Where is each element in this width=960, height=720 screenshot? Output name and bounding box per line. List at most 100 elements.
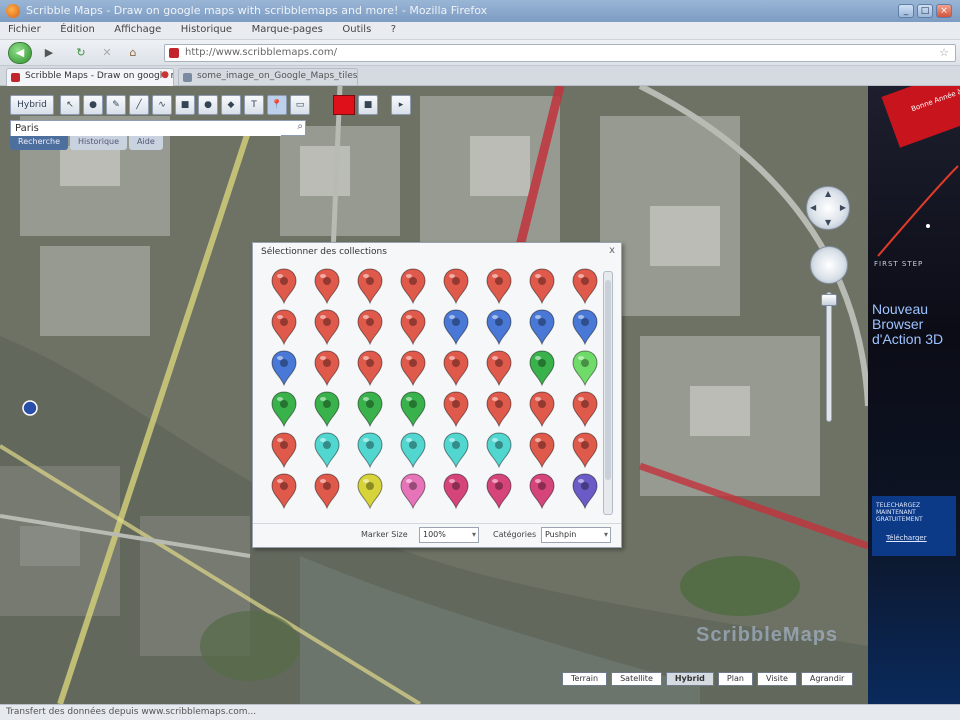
marker-option[interactable]: [312, 349, 342, 389]
menu-edit[interactable]: Édition: [52, 22, 103, 35]
category-select[interactable]: Pushpin ▾: [541, 527, 611, 543]
bookmark-star-icon[interactable]: ☆: [939, 46, 949, 59]
marker-option[interactable]: [312, 472, 342, 512]
marker-option[interactable]: [570, 349, 600, 389]
marker-option[interactable]: [398, 308, 428, 348]
marker-option[interactable]: [269, 267, 299, 307]
marker-option[interactable]: [484, 267, 514, 307]
zoom-slider-thumb[interactable]: [821, 294, 837, 306]
marker-option[interactable]: [312, 267, 342, 307]
image-tool-icon[interactable]: ▭: [290, 95, 310, 115]
marker-size-select[interactable]: 100% ▾: [419, 527, 479, 543]
marker-option[interactable]: [570, 267, 600, 307]
pan-up-icon[interactable]: ▲: [825, 189, 831, 198]
marker-option[interactable]: [312, 390, 342, 430]
marker-option[interactable]: [484, 472, 514, 512]
pan-left-icon[interactable]: ◀: [810, 203, 816, 212]
marker-option[interactable]: [269, 308, 299, 348]
marker-option[interactable]: [355, 472, 385, 512]
pointer-tool-icon[interactable]: ↖: [60, 95, 80, 115]
marker-option[interactable]: [398, 349, 428, 389]
marker-option[interactable]: [441, 431, 471, 471]
menu-tools[interactable]: Outils: [334, 22, 379, 35]
marker-tool-icon[interactable]: 📍: [267, 95, 287, 115]
line-tool-icon[interactable]: ╱: [129, 95, 149, 115]
marker-option[interactable]: [441, 308, 471, 348]
marker-option[interactable]: [441, 267, 471, 307]
address-bar[interactable]: http://www.scribblemaps.com/ ☆: [164, 44, 956, 62]
ad-download-link[interactable]: Télécharger: [886, 534, 927, 542]
marker-option[interactable]: [527, 390, 557, 430]
location-search-input[interactable]: [11, 121, 281, 136]
marker-option[interactable]: [269, 390, 299, 430]
marker-option[interactable]: [441, 472, 471, 512]
marker-option[interactable]: [355, 349, 385, 389]
pen-tool-icon[interactable]: ✎: [106, 95, 126, 115]
marker-option[interactable]: [355, 431, 385, 471]
forward-button[interactable]: ▶: [38, 43, 60, 63]
subtab-help[interactable]: Aide: [129, 136, 163, 150]
circle-tool-icon[interactable]: ●: [198, 95, 218, 115]
mode-satellite[interactable]: Satellite: [611, 672, 662, 686]
tab-second[interactable]: some_image_on_Google_Maps_tiles: [178, 68, 358, 86]
back-button[interactable]: ◀: [8, 42, 32, 64]
globe-tool-icon[interactable]: ●: [83, 95, 103, 115]
marker-option[interactable]: [484, 431, 514, 471]
minimize-button[interactable]: _: [898, 4, 914, 18]
mode-agrandir[interactable]: Agrandir: [800, 672, 854, 686]
menu-bookmarks[interactable]: Marque-pages: [244, 22, 331, 35]
pan-control[interactable]: ▲ ▼ ◀ ▶: [806, 186, 850, 230]
menu-help[interactable]: ?: [383, 22, 404, 35]
subtab-history[interactable]: Historique: [70, 136, 128, 150]
mode-visite[interactable]: Visite: [756, 672, 797, 686]
marker-option[interactable]: [398, 472, 428, 512]
marker-option[interactable]: [527, 431, 557, 471]
marker-option[interactable]: [441, 390, 471, 430]
zoom-slider[interactable]: [826, 292, 832, 422]
search-icon[interactable]: ⌕: [297, 121, 303, 132]
menu-view[interactable]: Affichage: [106, 22, 169, 35]
marker-option[interactable]: [269, 472, 299, 512]
subtab-search[interactable]: Recherche: [10, 136, 69, 150]
marker-option[interactable]: [570, 472, 600, 512]
marker-option[interactable]: [484, 349, 514, 389]
more-tools-icon[interactable]: ▸: [391, 95, 411, 115]
marker-option[interactable]: [441, 349, 471, 389]
advertisement-banner[interactable]: Bonne Année à tous! FIRST STEP Nouveau B…: [868, 86, 960, 704]
line-width-icon[interactable]: ■: [358, 95, 378, 115]
marker-option[interactable]: [484, 308, 514, 348]
marker-option[interactable]: [570, 390, 600, 430]
pan-right-icon[interactable]: ▶: [840, 203, 846, 212]
reload-icon[interactable]: ↻: [70, 43, 92, 63]
polygon-tool-icon[interactable]: ◆: [221, 95, 241, 115]
menu-history[interactable]: Historique: [173, 22, 240, 35]
map-type-button[interactable]: Hybrid: [10, 95, 54, 115]
marker-option[interactable]: [269, 349, 299, 389]
dialog-scrollbar[interactable]: [603, 271, 613, 515]
marker-option[interactable]: [312, 431, 342, 471]
maximize-button[interactable]: □: [917, 4, 933, 18]
color-swatch[interactable]: [333, 95, 355, 115]
marker-option[interactable]: [484, 390, 514, 430]
marker-option[interactable]: [570, 431, 600, 471]
marker-option[interactable]: [312, 308, 342, 348]
dialog-close-icon[interactable]: x: [609, 245, 615, 256]
marker-option[interactable]: [398, 431, 428, 471]
mode-plan[interactable]: Plan: [717, 672, 753, 686]
tab-scribblemaps[interactable]: Scribble Maps - Draw on google maps... ●: [6, 68, 174, 86]
marker-option[interactable]: [355, 390, 385, 430]
marker-option[interactable]: [398, 390, 428, 430]
stop-icon[interactable]: ✕: [96, 43, 118, 63]
home-icon[interactable]: ⌂: [122, 43, 144, 63]
marker-option[interactable]: [355, 308, 385, 348]
marker-option[interactable]: [398, 267, 428, 307]
rectangle-tool-icon[interactable]: ■: [175, 95, 195, 115]
curve-tool-icon[interactable]: ∿: [152, 95, 172, 115]
pan-down-icon[interactable]: ▼: [825, 218, 831, 227]
scrollbar-thumb[interactable]: [605, 280, 611, 480]
mode-terrain[interactable]: Terrain: [562, 672, 608, 686]
marker-option[interactable]: [269, 431, 299, 471]
close-button[interactable]: ×: [936, 4, 952, 18]
mode-hybrid[interactable]: Hybrid: [665, 672, 714, 686]
marker-option[interactable]: [527, 308, 557, 348]
